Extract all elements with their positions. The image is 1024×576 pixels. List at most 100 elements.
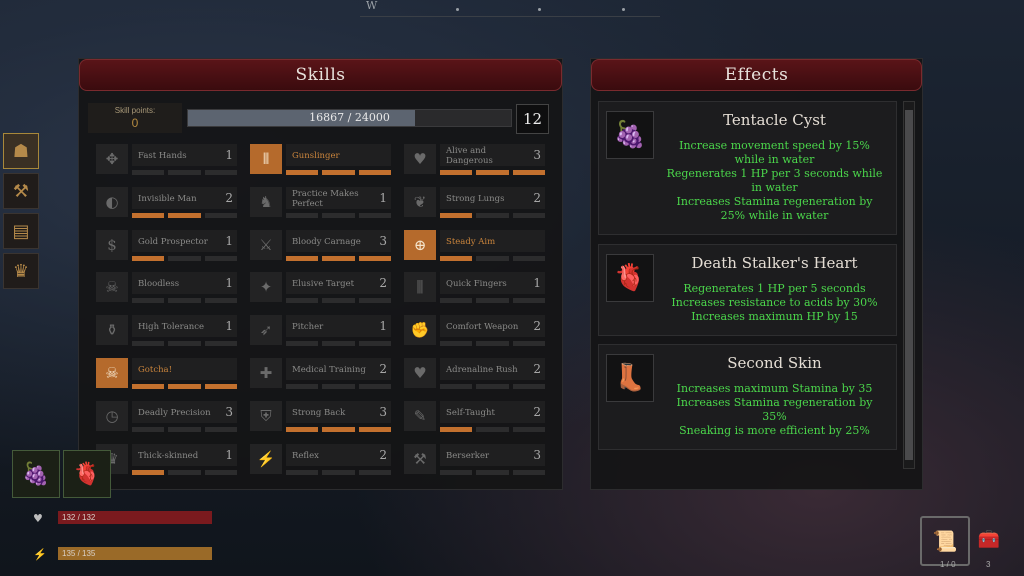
skill-item[interactable]: ⛨ Strong Back 3: [250, 401, 391, 435]
skill-item[interactable]: ⫼ Quick Fingers 1: [404, 272, 545, 306]
effects-scrollbar[interactable]: [903, 101, 915, 469]
secondary-item-slot[interactable]: 🧰: [972, 522, 1006, 556]
stamina-bar: 135 / 135: [58, 547, 212, 560]
tab-character[interactable]: ☗: [3, 133, 39, 169]
chest-item-icon: 🧰: [977, 528, 1001, 550]
skill-pip: [512, 384, 545, 389]
skill-pip: [440, 256, 473, 261]
skill-item[interactable]: ♛ Thick-skinned 1: [96, 444, 237, 478]
skill-icon: ⦀: [250, 144, 282, 174]
skill-progress-pips: [440, 427, 545, 432]
skill-icon: ♞: [250, 187, 282, 217]
skill-icon: ♥: [404, 358, 436, 388]
quick-slot-2[interactable]: 🫀: [63, 450, 111, 498]
effect-line: in water: [751, 181, 798, 194]
chest-icon: ▤: [12, 220, 30, 242]
skill-pip: [358, 384, 391, 389]
skill-pip: [358, 427, 391, 432]
skill-item[interactable]: $ Gold Prospector 1: [96, 230, 237, 264]
skill-item[interactable]: ♥ Alive and Dangerous 3: [404, 144, 545, 178]
skill-pip: [322, 170, 355, 175]
skill-pip: [476, 170, 509, 175]
skill-name: Reflex: [292, 451, 319, 461]
skill-progress-pips: [440, 470, 545, 475]
skill-name: Strong Back: [292, 408, 346, 418]
skill-item[interactable]: ✥ Fast Hands 1: [96, 144, 237, 178]
skill-pip: [168, 341, 201, 346]
effect-icon: 🍇: [606, 111, 654, 159]
skill-name: Quick Fingers: [446, 279, 507, 289]
skill-pip: [512, 213, 545, 218]
effect-card[interactable]: 🫀 Death Stalker's Heart Regenerates 1 HP p…: [598, 244, 897, 336]
tab-achievements[interactable]: ♛: [3, 253, 39, 289]
skill-level: 2: [379, 362, 387, 376]
skill-icon: ⚡: [250, 444, 282, 474]
tab-inventory[interactable]: ▤: [3, 213, 39, 249]
skill-pip: [168, 256, 201, 261]
effects-scrollbar-thumb[interactable]: [905, 110, 913, 460]
skill-item[interactable]: ⚔ Bloody Carnage 3: [250, 230, 391, 264]
skill-item[interactable]: ✦ Elusive Target 2: [250, 272, 391, 306]
skill-pip: [132, 170, 165, 175]
skill-item[interactable]: ☠ Bloodless 1: [96, 272, 237, 306]
effect-card[interactable]: 🍇 Tentacle Cyst Increase movement speed by…: [598, 101, 897, 235]
skill-progress-pips: [440, 341, 545, 346]
skill-progress-pips: [286, 170, 391, 175]
skill-item[interactable]: ➶ Pitcher 1: [250, 315, 391, 349]
skill-item[interactable]: ✚ Medical Training 2: [250, 358, 391, 392]
tab-crafting[interactable]: ⚒: [3, 173, 39, 209]
skill-item[interactable]: ♞ Practice Makes Perfect 1: [250, 187, 391, 221]
skill-pip: [204, 427, 237, 432]
skill-pip: [322, 427, 355, 432]
skill-icon: ➶: [250, 315, 282, 345]
skill-pip: [168, 213, 201, 218]
skill-level: 2: [379, 276, 387, 290]
skill-progress-pips: [440, 213, 545, 218]
skill-item[interactable]: ◐ Invisible Man 2: [96, 187, 237, 221]
skill-icon: $: [96, 230, 128, 260]
skill-icon: ☠: [96, 358, 128, 388]
skill-name: Elusive Target: [292, 279, 355, 289]
skill-pip: [512, 298, 545, 303]
skill-pip: [440, 170, 473, 175]
skill-pip: [168, 298, 201, 303]
skill-progress-pips: [132, 427, 237, 432]
skill-name: Gotcha!: [138, 365, 173, 375]
skill-item[interactable]: ⦀ Gunslinger: [250, 144, 391, 178]
effect-line: while in water: [734, 153, 815, 166]
skill-item[interactable]: ⚱ High Tolerance 1: [96, 315, 237, 349]
skill-item[interactable]: ☠ Gotcha!: [96, 358, 237, 392]
skill-pip: [358, 341, 391, 346]
skill-item[interactable]: ⊕ Steady Aim: [404, 230, 545, 264]
effect-card[interactable]: 👢 Second Skin Increases maximum Stamina by…: [598, 344, 897, 450]
skill-name: Strong Lungs: [446, 194, 505, 204]
skill-item[interactable]: ✊ Comfort Weapon 2: [404, 315, 545, 349]
effect-line: Increases resistance to acids by 30%: [671, 296, 878, 309]
skill-pip: [204, 298, 237, 303]
skill-level: 3: [379, 234, 387, 248]
active-item-slot[interactable]: 📜: [920, 516, 970, 566]
skill-level: 1: [225, 234, 233, 248]
skill-pip: [358, 298, 391, 303]
skill-item[interactable]: ❦ Strong Lungs 2: [404, 187, 545, 221]
skill-name: Bloody Carnage: [292, 237, 361, 247]
skill-pip: [168, 470, 201, 475]
effect-line: Regenerates 1 HP per 3 seconds while: [666, 167, 883, 180]
skill-pip: [440, 213, 473, 218]
skill-item[interactable]: ⚡ Reflex 2: [250, 444, 391, 478]
skill-progress-pips: [286, 470, 391, 475]
skill-item[interactable]: ✎ Self-Taught 2: [404, 401, 545, 435]
skill-item[interactable]: ♥ Adrenaline Rush 2: [404, 358, 545, 392]
quick-slot-1[interactable]: 🍇: [12, 450, 60, 498]
skill-name: Steady Aim: [446, 237, 496, 247]
skill-item[interactable]: ◷ Deadly Precision 3: [96, 401, 237, 435]
effect-line: Increases maximum HP by 15: [691, 310, 858, 323]
skill-pip: [168, 384, 201, 389]
skill-progress-pips: [440, 170, 545, 175]
skill-level: 1: [533, 276, 541, 290]
skill-item[interactable]: ⚒ Berserker 3: [404, 444, 545, 478]
map-scroll-icon: 📜: [932, 529, 958, 553]
character-icon: ☗: [12, 140, 30, 162]
skill-pip: [132, 298, 165, 303]
effect-description: Increases maximum Stamina by 35 Increases…: [659, 382, 890, 438]
